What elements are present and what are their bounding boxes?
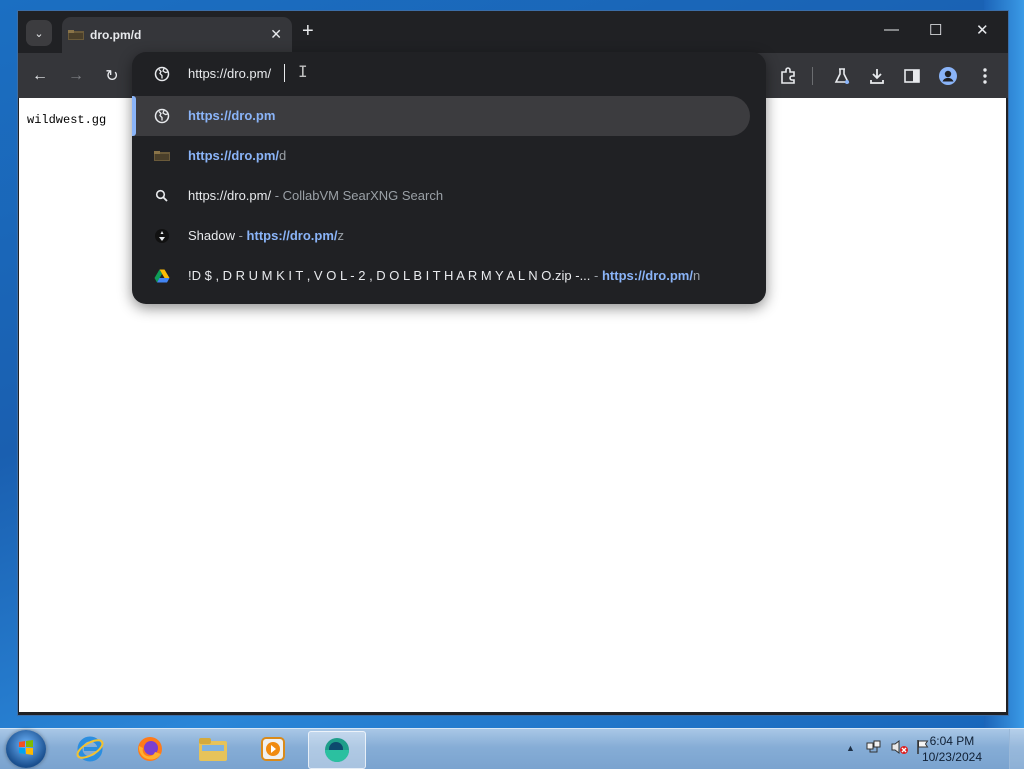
- more-vertical-icon: [983, 68, 987, 84]
- start-button[interactable]: [6, 730, 46, 768]
- avatar-icon: [939, 67, 957, 85]
- suggestion-title: Shadow: [188, 228, 235, 243]
- show-desktop-button[interactable]: [1009, 729, 1024, 769]
- suggestion-separator: -: [271, 188, 283, 203]
- selection-indicator: [132, 96, 136, 136]
- page-text: wildwest.gg: [27, 113, 107, 127]
- maximize-button[interactable]: ☐: [929, 21, 942, 39]
- folder-icon: [199, 738, 227, 761]
- downloads-button[interactable]: [865, 64, 889, 88]
- windows-logo-icon: [19, 740, 33, 755]
- volume-muted-icon: [891, 740, 908, 754]
- suggestion-url: https://dro.pm: [188, 108, 276, 123]
- suggestion-url-match: https://dro.pm/: [601, 268, 693, 283]
- back-button[interactable]: ←: [28, 64, 52, 88]
- google-drive-icon: [154, 269, 170, 283]
- taskbar: ▲ 6:04 PM 10/23/2024: [0, 728, 1024, 769]
- tab-title: dro.pm/d: [90, 28, 142, 42]
- suggestion-url-match: https://dro.pm/: [188, 148, 279, 163]
- clock-time: 6:04 PM: [929, 734, 975, 748]
- minimize-button[interactable]: —: [884, 21, 899, 38]
- suggestion-item[interactable]: Shadow - https://dro.pm/z: [132, 216, 750, 256]
- taskbar-firefox[interactable]: [122, 731, 178, 767]
- shadow-favicon-icon: [155, 229, 169, 243]
- taskbar-explorer[interactable]: [185, 731, 241, 767]
- suggestion-separator: -: [590, 268, 602, 283]
- flask-icon: [834, 68, 850, 84]
- suggestion-item[interactable]: https://dro.pm/ - CollabVM SearXNG Searc…: [132, 176, 750, 216]
- suggestion-url-rest: d: [279, 148, 287, 163]
- show-hidden-icons-button[interactable]: ▲: [846, 743, 855, 753]
- active-tab[interactable]: dro.pm/d ✕: [62, 17, 292, 53]
- ibeam-cursor-icon: I: [298, 62, 308, 81]
- omnibox[interactable]: https://dro.pm/ I: [132, 52, 766, 96]
- system-clock[interactable]: 6:04 PM 10/23/2024: [922, 733, 982, 765]
- tab-search-button[interactable]: ⌄: [26, 20, 52, 46]
- suggestion-url-rest: z: [337, 228, 345, 243]
- network-tray-icon[interactable]: [866, 739, 882, 758]
- puzzle-icon: [781, 67, 795, 84]
- forward-button[interactable]: →: [64, 64, 88, 88]
- suggestion-url-rest: n: [692, 268, 701, 283]
- menu-button[interactable]: [973, 64, 997, 88]
- chevron-down-icon: ⌄: [34, 27, 44, 40]
- clock-date: 10/23/2024: [921, 750, 982, 764]
- folder-favicon-icon: [154, 151, 170, 161]
- globe-icon: [154, 66, 170, 82]
- suggestion-query: https://dro.pm/: [188, 188, 272, 203]
- search-icon: [155, 189, 168, 202]
- new-tab-button[interactable]: +: [302, 20, 314, 42]
- suggestion-engine: CollabVM SearXNG Search: [282, 188, 444, 203]
- suggestion-item[interactable]: https://dro.pm/d: [132, 136, 750, 176]
- suggestion-item[interactable]: https://dro.pm: [132, 96, 750, 136]
- reload-button[interactable]: ↻: [100, 64, 124, 88]
- close-window-button[interactable]: ✕: [976, 21, 989, 39]
- tab-strip: ⌄ dro.pm/d ✕ + — ☐ ✕: [18, 11, 1008, 53]
- suggestion-separator: -: [234, 228, 247, 243]
- toolbar-divider: [812, 67, 813, 85]
- download-icon: [870, 69, 884, 84]
- suggestion-title: !D $ , D R U M K I T , V O L - 2 , D O L…: [188, 268, 591, 283]
- internet-explorer-icon: [76, 736, 104, 762]
- suggestion-item[interactable]: !D $ , D R U M K I T , V O L - 2 , D O L…: [132, 256, 750, 296]
- profile-button[interactable]: [936, 64, 960, 88]
- network-icon: [866, 740, 881, 753]
- browser-icon: [325, 738, 349, 762]
- suggestion-url-match: https://dro.pm/: [246, 228, 338, 243]
- omnibox-input[interactable]: https://dro.pm/: [188, 66, 271, 81]
- media-player-icon: [261, 737, 285, 761]
- taskbar-media-player[interactable]: [245, 731, 301, 767]
- text-caret: [284, 64, 285, 82]
- folder-favicon-icon: [68, 30, 84, 40]
- firefox-icon: [138, 737, 162, 761]
- labs-button[interactable]: [830, 64, 854, 88]
- taskbar-ie[interactable]: [62, 731, 118, 767]
- side-panel-button[interactable]: [900, 64, 924, 88]
- omnibox-dropdown: https://dro.pm/ I https://dro.pm https:/…: [132, 52, 766, 304]
- side-panel-icon: [904, 69, 920, 83]
- taskbar-chrome[interactable]: [308, 731, 366, 769]
- globe-icon: [154, 108, 170, 124]
- tab-close-icon[interactable]: ✕: [270, 26, 282, 43]
- volume-tray-icon[interactable]: [891, 739, 909, 758]
- extensions-button[interactable]: [776, 64, 800, 88]
